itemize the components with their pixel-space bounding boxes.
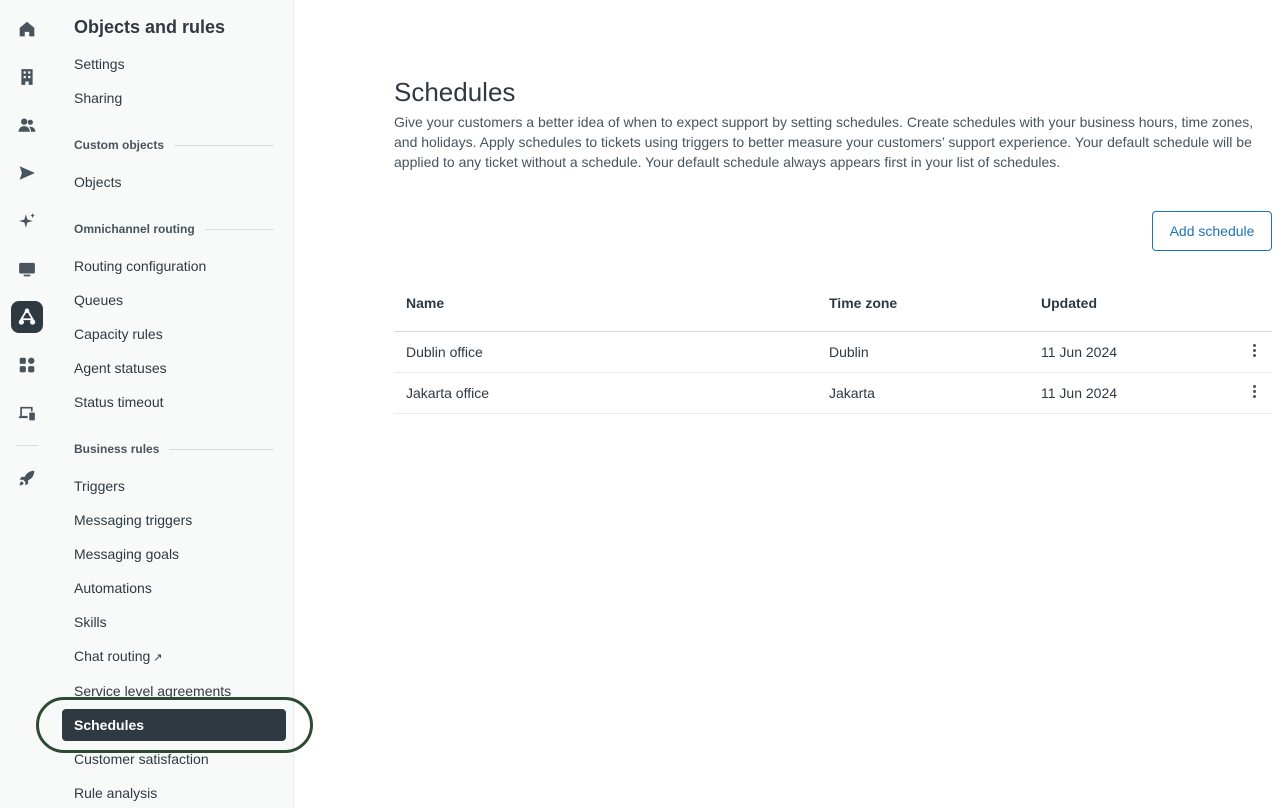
section-label: Custom objects xyxy=(74,138,165,152)
nav-item-label: Chat routing xyxy=(74,648,151,664)
row-menu-icon[interactable] xyxy=(1246,379,1262,403)
section-label: Business rules xyxy=(74,442,160,456)
objects-rules-icon[interactable] xyxy=(11,301,43,333)
building-icon[interactable] xyxy=(11,61,43,93)
section-business-rules: Business rules xyxy=(74,442,274,456)
schedule-name[interactable]: Dublin office xyxy=(406,344,483,360)
nav-item-chat-routing[interactable]: Chat routing ↗ xyxy=(74,646,163,668)
nav-item-settings[interactable]: Settings xyxy=(74,54,125,74)
sparkle-icon[interactable] xyxy=(11,205,43,237)
table-row[interactable]: Dublin office Dublin 11 Jun 2024 xyxy=(394,332,1272,373)
page-title: Schedules xyxy=(394,77,516,107)
nav-item-sharing[interactable]: Sharing xyxy=(74,88,122,108)
nav-item-skills[interactable]: Skills xyxy=(74,612,107,632)
schedule-updated: 11 Jun 2024 xyxy=(1041,385,1118,401)
nav-item-customer-satisfaction[interactable]: Customer satisfaction xyxy=(74,749,209,769)
external-link-icon: ↗ xyxy=(153,652,163,664)
header-name[interactable]: Name xyxy=(406,295,444,311)
nav-item-automations[interactable]: Automations xyxy=(74,578,152,598)
rocket-icon[interactable] xyxy=(11,462,43,494)
nav-item-status-timeout[interactable]: Status timeout xyxy=(74,392,164,412)
header-time-zone[interactable]: Time zone xyxy=(829,295,897,311)
apps-icon[interactable] xyxy=(11,349,43,381)
section-label: Omnichannel routing xyxy=(74,222,195,236)
table-row[interactable]: Jakarta office Jakarta 11 Jun 2024 xyxy=(394,373,1272,414)
nav-item-schedules[interactable]: Schedules xyxy=(62,709,286,741)
nav-item-messaging-goals[interactable]: Messaging goals xyxy=(74,544,179,564)
header-updated[interactable]: Updated xyxy=(1041,295,1097,311)
schedule-updated: 11 Jun 2024 xyxy=(1041,344,1118,360)
nav-item-agent-statuses[interactable]: Agent statuses xyxy=(74,358,167,378)
nav-item-service-level-agreements[interactable]: Service level agreements xyxy=(74,681,231,701)
schedule-time-zone: Dublin xyxy=(829,344,869,360)
people-icon[interactable] xyxy=(11,109,43,141)
section-custom-objects: Custom objects xyxy=(74,138,274,152)
home-icon[interactable] xyxy=(11,13,43,45)
nav-item-triggers[interactable]: Triggers xyxy=(74,476,125,496)
nav-item-queues[interactable]: Queues xyxy=(74,290,123,310)
secondary-nav: Objects and rules Settings Sharing Custo… xyxy=(54,0,294,808)
table-header: Name Time zone Updated xyxy=(394,275,1272,332)
nav-item-objects[interactable]: Objects xyxy=(74,172,121,192)
schedule-time-zone: Jakarta xyxy=(829,385,875,401)
monitor-icon[interactable] xyxy=(11,253,43,285)
nav-item-routing-configuration[interactable]: Routing configuration xyxy=(74,256,206,276)
section-omnichannel-routing: Omnichannel routing xyxy=(74,222,274,236)
row-menu-icon[interactable] xyxy=(1246,338,1262,362)
page-description: Give your customers a better idea of whe… xyxy=(394,114,1254,170)
nav-item-capacity-rules[interactable]: Capacity rules xyxy=(74,324,163,344)
nav-item-rule-analysis[interactable]: Rule analysis xyxy=(74,783,157,803)
schedule-name[interactable]: Jakarta office xyxy=(406,385,489,401)
rail-divider xyxy=(16,445,38,446)
icon-rail xyxy=(0,0,54,808)
send-icon[interactable] xyxy=(11,157,43,189)
nav-title: Objects and rules xyxy=(74,17,226,37)
schedules-table: Name Time zone Updated Dublin office Dub… xyxy=(394,275,1272,414)
nav-item-messaging-triggers[interactable]: Messaging triggers xyxy=(74,510,192,530)
add-schedule-button[interactable]: Add schedule xyxy=(1152,211,1272,251)
device-icon[interactable] xyxy=(11,397,43,429)
main-content: Schedules Give your customers a better i… xyxy=(295,0,1284,808)
